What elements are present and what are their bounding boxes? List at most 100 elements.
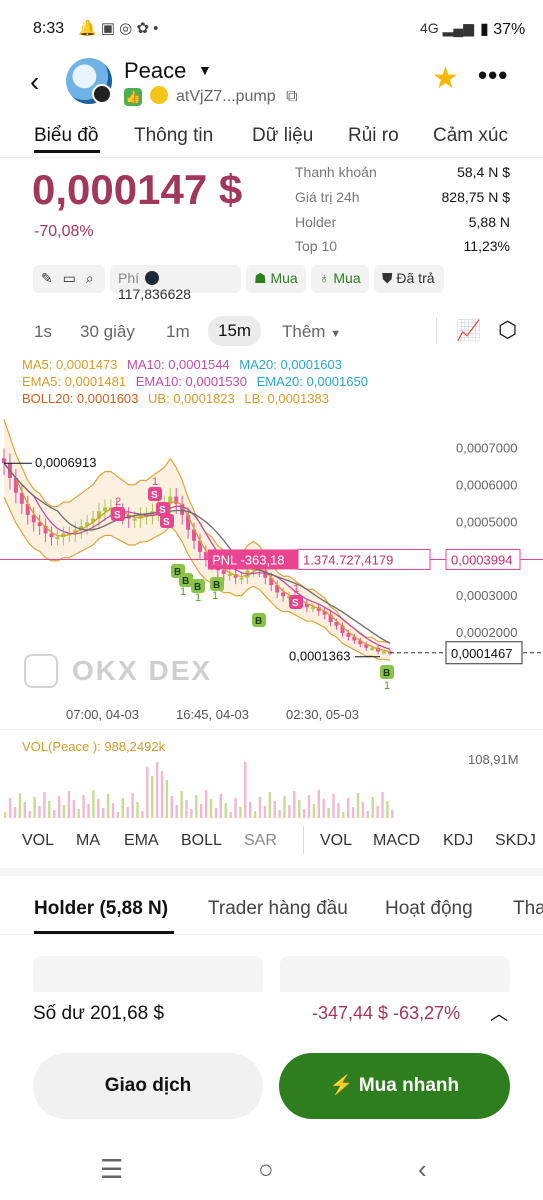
volume-bar bbox=[97, 799, 100, 818]
copy-icon[interactable]: ⧉ bbox=[286, 88, 297, 105]
ind-tab-ma[interactable]: MA bbox=[76, 832, 100, 850]
quick-buy-button[interactable]: ⚡ Mua nhanh bbox=[279, 1053, 510, 1119]
pen-icon[interactable]: ✎ bbox=[41, 270, 53, 286]
buy-marker-label: B bbox=[255, 616, 262, 627]
volume-bar bbox=[67, 791, 71, 818]
chevron-down-icon[interactable]: ▼ bbox=[198, 62, 212, 78]
window-icon[interactable]: ▭ bbox=[63, 270, 76, 286]
tab-sentiment[interactable]: Cảm xúc bbox=[433, 125, 508, 147]
volume-chart-svg bbox=[4, 762, 394, 818]
volume-bar bbox=[28, 811, 31, 818]
fee-label: Phí bbox=[118, 270, 140, 286]
recent-apps-icon[interactable]: ☰ bbox=[100, 1154, 123, 1185]
pnl-price: 0,0003994 bbox=[451, 552, 512, 567]
volume-bar bbox=[160, 771, 164, 818]
filter-card-2[interactable] bbox=[280, 956, 510, 996]
settings-icon[interactable]: ⬡ bbox=[498, 317, 517, 343]
tab-data[interactable]: Dữ liệu bbox=[252, 125, 313, 147]
search-icon[interactable]: ⌕ bbox=[86, 270, 94, 286]
chevron-up-icon[interactable]: ︿ bbox=[490, 1000, 508, 1026]
volume-bar bbox=[347, 798, 350, 818]
volume-bar bbox=[92, 790, 95, 818]
volume-bar bbox=[263, 806, 267, 818]
ind-tab-macd[interactable]: MACD bbox=[373, 832, 420, 850]
pnl-amount: 1.374.727,4179 bbox=[303, 552, 393, 567]
home-icon[interactable]: ○ bbox=[258, 1154, 274, 1185]
ma20-value: MA20: 0,0001603 bbox=[239, 357, 342, 372]
volume-bar bbox=[155, 762, 159, 818]
volume-bar bbox=[170, 796, 173, 818]
volume-bar bbox=[48, 801, 51, 818]
volume-bar bbox=[283, 796, 286, 818]
candle-body bbox=[370, 647, 375, 650]
tab-holders[interactable]: Holder (5,88 N) bbox=[34, 898, 168, 920]
stat-value-liquidity: 58,4 N $ bbox=[457, 164, 510, 180]
volume-bar bbox=[386, 801, 389, 818]
tab-top-traders[interactable]: Trader hàng đầu bbox=[208, 898, 348, 920]
buy-count: 1 bbox=[212, 590, 218, 602]
divider bbox=[303, 826, 304, 854]
volume-bar bbox=[239, 807, 242, 818]
balance-pnl: -347,44 $ -63,27% bbox=[312, 1003, 461, 1023]
volume-bar bbox=[141, 811, 144, 818]
volume-bar bbox=[195, 795, 198, 818]
current-price-label: 0,0001467 bbox=[451, 646, 512, 661]
volume-bar bbox=[356, 793, 360, 818]
buy-chip-2-label: Mua bbox=[333, 270, 361, 286]
volume-bar bbox=[13, 807, 17, 818]
volume-bar bbox=[209, 799, 213, 818]
ind-tab-vol-sub[interactable]: VOL bbox=[320, 832, 352, 850]
interval-more[interactable]: Thêm ▼ bbox=[282, 322, 341, 342]
volume-bar bbox=[391, 810, 394, 818]
section-gap bbox=[0, 868, 543, 876]
fee-chip[interactable]: Phí 117,836628 bbox=[110, 265, 241, 302]
sell-count: 1 bbox=[152, 476, 158, 488]
money-bag-icon: ♁ bbox=[319, 270, 330, 286]
status-bar: 8:33 🔔 ▣ ◎ ✿ • 4G ▂▄▆ ▮ 37% bbox=[0, 0, 543, 60]
tab-info[interactable]: Thông tin bbox=[134, 125, 213, 147]
volume-bar bbox=[244, 762, 247, 818]
interval-15m[interactable]: 15m bbox=[208, 316, 262, 346]
more-options-icon[interactable]: ••• bbox=[478, 60, 508, 91]
ind-tab-kdj[interactable]: KDJ bbox=[443, 832, 473, 850]
buy-chip-2[interactable]: ♁ Mua bbox=[311, 265, 369, 293]
tab-activity[interactable]: Hoạt động bbox=[385, 898, 473, 920]
interval-1s[interactable]: 1s bbox=[34, 322, 52, 342]
filter-card-1[interactable] bbox=[33, 956, 263, 996]
token-name[interactable]: Peace bbox=[124, 58, 186, 84]
indicator-settings-icon[interactable]: 📈 bbox=[456, 318, 481, 343]
tab-chart[interactable]: Biểu đồ bbox=[34, 125, 98, 147]
tools-chip[interactable]: ✎ ▭ ⌕ bbox=[33, 265, 105, 293]
volume-bar bbox=[82, 795, 85, 818]
ind-tab-skdj[interactable]: SKDJ bbox=[495, 832, 536, 850]
buy-chip-1-label: Mua bbox=[270, 270, 298, 286]
ind-tab-vol[interactable]: VOL bbox=[22, 832, 54, 850]
paid-chip[interactable]: ⛊ Đã trả bbox=[374, 265, 444, 293]
volume-bar bbox=[268, 792, 271, 818]
tab-risk[interactable]: Rủi ro bbox=[348, 125, 399, 147]
volume-bar bbox=[62, 805, 66, 818]
ind-tab-boll[interactable]: BOLL bbox=[181, 832, 222, 850]
interval-1m[interactable]: 1m bbox=[166, 322, 190, 342]
back-icon[interactable]: ‹ bbox=[418, 1154, 427, 1185]
back-arrow-icon[interactable]: ‹ bbox=[30, 66, 39, 98]
buy-count: 1 bbox=[195, 592, 201, 604]
stat-value-24h-volume: 828,75 N $ bbox=[441, 189, 511, 205]
buy-chip-1[interactable]: ☗ Mua bbox=[246, 265, 306, 293]
volume-label: VOL(Peace ): 988,2492k bbox=[22, 739, 166, 754]
volume-bar bbox=[57, 796, 61, 818]
ind-tab-ema[interactable]: EMA bbox=[124, 832, 159, 850]
volume-bar bbox=[23, 802, 26, 818]
time-label-3: 02:30, 05-03 bbox=[286, 707, 360, 722]
y-tick-label: 0,0003000 bbox=[456, 588, 517, 603]
tab-more[interactable]: Tha bbox=[513, 898, 543, 920]
paid-chip-label: Đã trả bbox=[396, 270, 435, 286]
interval-selector: 1s 30 giây 1m 15m Thêm ▼ 📈 ⬡ bbox=[0, 316, 543, 348]
interval-30s[interactable]: 30 giây bbox=[80, 322, 135, 342]
favorite-star-icon[interactable]: ★ bbox=[432, 61, 459, 96]
trade-button[interactable]: Giao dịch bbox=[33, 1053, 263, 1119]
ind-tab-sar[interactable]: SAR bbox=[244, 832, 277, 850]
volume-bar bbox=[121, 798, 124, 818]
boll-lb-value: LB: 0,0001383 bbox=[244, 391, 329, 406]
volume-bar bbox=[77, 809, 80, 818]
